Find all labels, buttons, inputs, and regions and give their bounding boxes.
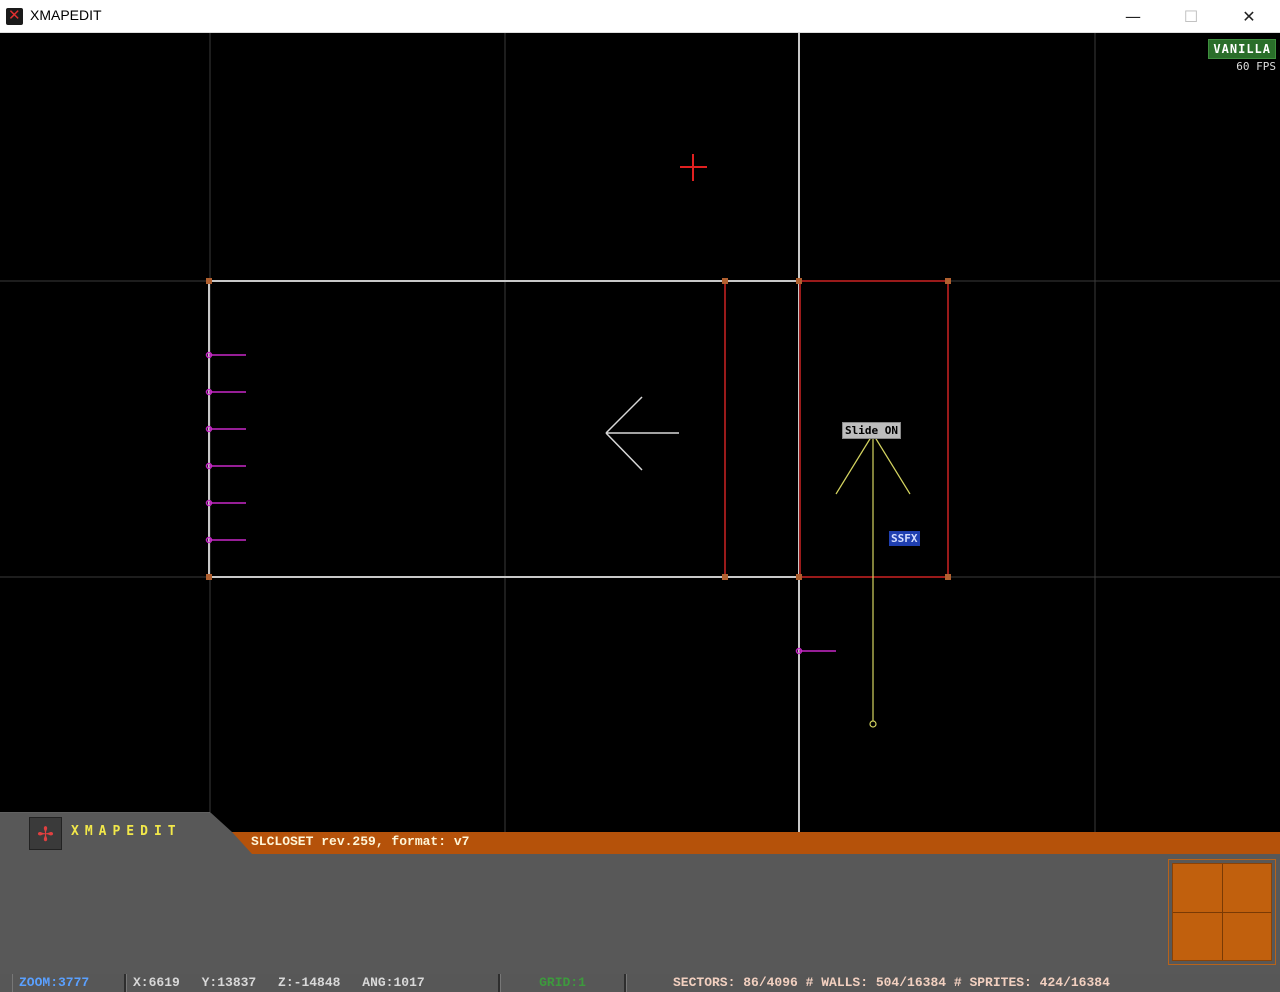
- logo-text: XMAPEDIT: [71, 824, 182, 839]
- status-bar: ZOOM:3777 X:6619 Y:13837 Z:-14848 ANG:10…: [0, 974, 1280, 992]
- window-title: XMAPEDIT: [30, 7, 102, 23]
- sprite-marker: [795, 647, 836, 655]
- wall-sprites: [205, 351, 836, 655]
- file-info: SLCLOSET rev.259, format: v7: [251, 834, 470, 849]
- maximize-button[interactable]: ☐: [1162, 0, 1220, 33]
- direction-arrow: [605, 396, 679, 471]
- white-sector: [208, 280, 799, 578]
- vertex: [722, 278, 728, 284]
- map-canvas[interactable]: VANILLA 60 FPS Slide ON SSFX: [0, 33, 1280, 833]
- close-icon: ✕: [1242, 7, 1256, 26]
- app-icon: [6, 6, 23, 25]
- sprite-marker: [205, 351, 246, 359]
- mode-badge: VANILLA: [1208, 39, 1276, 59]
- angle-readout: ANG:1017: [362, 975, 425, 990]
- mini-view-canvas: [1172, 863, 1272, 961]
- zoom-readout: ZOOM:3777: [12, 974, 126, 992]
- vertex: [206, 574, 212, 580]
- maximize-icon: ☐: [1183, 7, 1199, 26]
- close-button[interactable]: ✕: [1220, 0, 1278, 33]
- map-drawing: [0, 33, 1280, 833]
- logo-icon: ✢: [29, 817, 62, 850]
- vertices: [206, 278, 951, 580]
- y-coordinate: Y:13837: [201, 975, 257, 990]
- vertex: [206, 278, 212, 284]
- marker-sprite: [835, 433, 911, 728]
- fps-counter: 60 FPS: [1236, 60, 1276, 73]
- vertex: [945, 278, 951, 284]
- ssfx-label: SSFX: [889, 531, 920, 546]
- x-coordinate: X:6619: [133, 975, 180, 990]
- vertex: [796, 574, 802, 580]
- sprite-marker: [205, 499, 246, 507]
- mini-view[interactable]: [1168, 859, 1276, 965]
- sprite-marker: [205, 425, 246, 433]
- object-counts: SECTORS: 86/4096 # WALLS: 504/16384 # SP…: [626, 974, 1280, 992]
- z-coordinate: Z:-14848: [278, 975, 341, 990]
- cursor-crosshair: [680, 154, 707, 181]
- sprite-marker: [205, 536, 246, 544]
- sprite-marker: [205, 462, 246, 470]
- coordinates-readout: X:6619 Y:13837 Z:-14848 ANG:1017: [126, 974, 500, 992]
- minimize-button[interactable]: —: [1104, 0, 1162, 33]
- bottom-panel: ✢ XMAPEDIT SLCLOSET rev.259, format: v7: [0, 812, 1280, 976]
- vertex: [722, 574, 728, 580]
- title-bar: XMAPEDIT — ☐ ✕: [0, 0, 1280, 33]
- panel-background: [0, 812, 1280, 976]
- vertex: [796, 278, 802, 284]
- slide-label: Slide ON: [842, 422, 901, 439]
- vertex: [945, 574, 951, 580]
- minimize-icon: —: [1125, 7, 1141, 26]
- sprite-marker: [205, 388, 246, 396]
- grid-readout: GRID:1: [500, 974, 626, 992]
